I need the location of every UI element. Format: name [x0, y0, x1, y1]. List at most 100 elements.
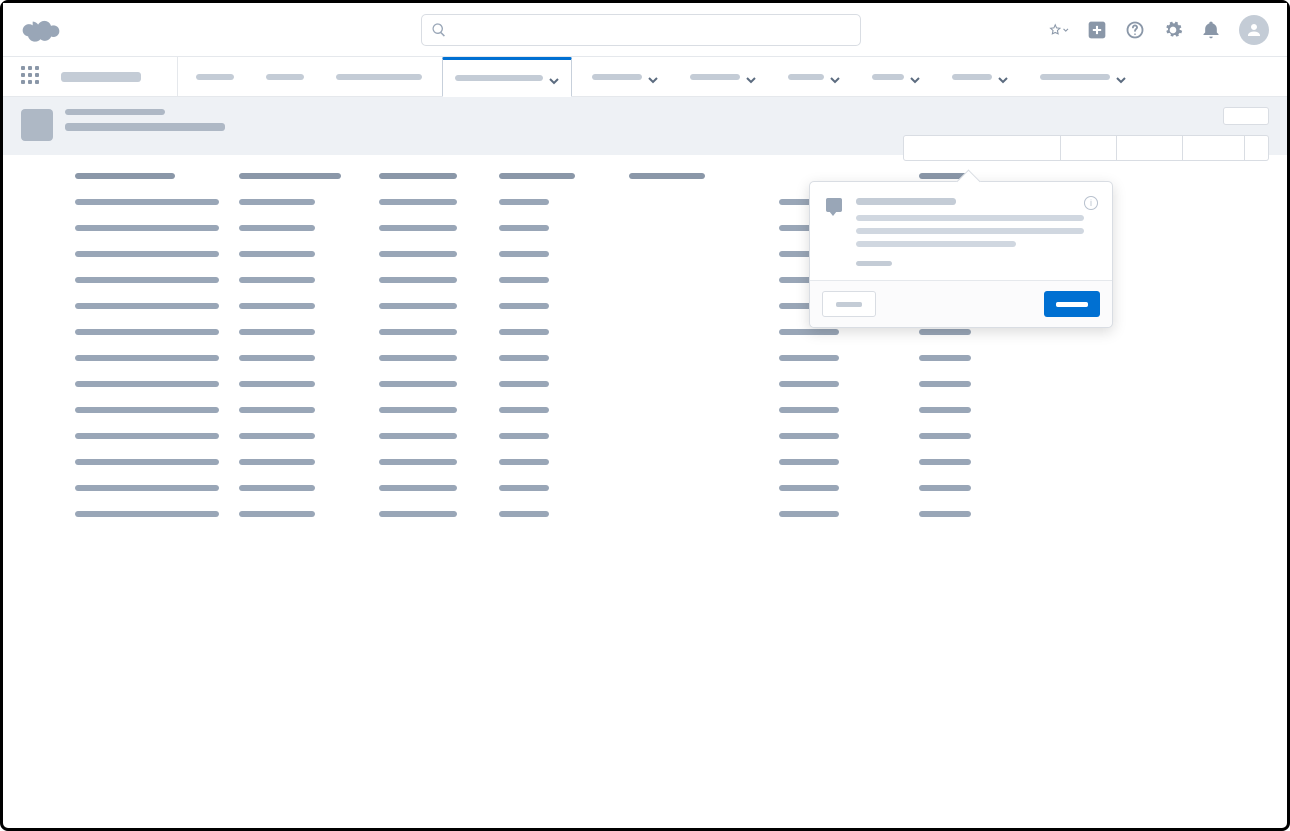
cell-value — [779, 329, 839, 335]
nav-tab-7[interactable] — [860, 57, 932, 96]
nav-tab-6[interactable] — [776, 57, 852, 96]
global-search — [421, 14, 861, 46]
info-icon[interactable]: i — [1084, 196, 1098, 210]
cell-value — [239, 355, 315, 361]
add-icon[interactable] — [1087, 20, 1107, 40]
cell-value — [379, 329, 457, 335]
cell-value — [499, 251, 549, 257]
cell-value — [779, 511, 839, 517]
popover-secondary-button[interactable] — [822, 291, 876, 317]
cell-value — [779, 459, 839, 465]
nav-tab-4[interactable] — [580, 57, 670, 96]
nav-tab-9[interactable] — [1028, 57, 1138, 96]
cell-value — [75, 225, 219, 231]
chevron-down-icon[interactable] — [549, 73, 559, 83]
table-row[interactable] — [3, 449, 1287, 475]
table-row[interactable] — [3, 501, 1287, 527]
cell-value — [239, 381, 315, 387]
cell-value — [379, 225, 457, 231]
search-icon — [431, 22, 447, 38]
app-name — [61, 72, 141, 82]
list-control-4[interactable] — [1183, 135, 1245, 161]
favorites-icon[interactable] — [1049, 20, 1069, 40]
table-row[interactable] — [3, 423, 1287, 449]
cell-value — [919, 381, 971, 387]
cell-value — [499, 433, 549, 439]
cell-value — [919, 459, 971, 465]
table-row[interactable] — [3, 345, 1287, 371]
cell-value — [239, 433, 315, 439]
cell-value — [499, 225, 549, 231]
cell-value — [499, 511, 549, 517]
search-input[interactable] — [421, 14, 861, 46]
col-header-2[interactable] — [379, 173, 457, 179]
cell-value — [779, 485, 839, 491]
list-control-3[interactable] — [1117, 135, 1183, 161]
page-title-block — [65, 109, 225, 131]
prompt-popover: i — [809, 181, 1113, 328]
table-row[interactable] — [3, 397, 1287, 423]
chevron-down-icon[interactable] — [830, 72, 840, 82]
global-header — [3, 3, 1287, 57]
cell-value — [239, 199, 315, 205]
app-launcher-icon[interactable] — [21, 66, 43, 88]
cell-value — [499, 485, 549, 491]
user-avatar[interactable] — [1239, 15, 1269, 45]
nav-tab-0[interactable] — [177, 57, 246, 96]
col-header-3[interactable] — [499, 173, 575, 179]
cell-value — [779, 381, 839, 387]
cell-value — [239, 407, 315, 413]
cell-value — [919, 511, 971, 517]
list-control-2[interactable] — [1061, 135, 1117, 161]
header-action-top[interactable] — [1223, 107, 1269, 125]
cell-value — [379, 511, 457, 517]
cell-value — [379, 433, 457, 439]
chat-prompt-icon — [826, 198, 842, 212]
cell-value — [919, 407, 971, 413]
nav-tab-5[interactable] — [678, 57, 768, 96]
popover-primary-button[interactable] — [1044, 291, 1100, 317]
cell-value — [75, 381, 219, 387]
table-row[interactable] — [3, 371, 1287, 397]
help-icon[interactable] — [1125, 20, 1145, 40]
popover-text-line — [856, 241, 1016, 247]
cell-value — [75, 485, 219, 491]
cell-value — [239, 303, 315, 309]
popover-text-line — [856, 215, 1084, 221]
list-control-1[interactable] — [903, 135, 1061, 161]
cell-value — [75, 303, 219, 309]
cell-value — [75, 433, 219, 439]
popover-title — [856, 198, 956, 205]
nav-tab-1[interactable] — [254, 57, 316, 96]
notifications-bell-icon[interactable] — [1201, 20, 1221, 40]
nav-tab-3[interactable] — [442, 57, 572, 97]
cell-value — [239, 511, 315, 517]
cell-value — [75, 511, 219, 517]
cell-value — [379, 355, 457, 361]
chevron-down-icon[interactable] — [746, 72, 756, 82]
table-row[interactable] — [3, 475, 1287, 501]
cell-value — [499, 459, 549, 465]
cell-value — [75, 251, 219, 257]
cell-value — [75, 407, 219, 413]
list-view-controls — [903, 135, 1269, 161]
cell-value — [75, 355, 219, 361]
setup-gear-icon[interactable] — [1163, 20, 1183, 40]
nav-tab-8[interactable] — [940, 57, 1020, 96]
chevron-down-icon[interactable] — [648, 72, 658, 82]
list-control-5[interactable] — [1245, 135, 1269, 161]
col-header-0[interactable] — [75, 173, 175, 179]
chevron-down-icon[interactable] — [1116, 72, 1126, 82]
cell-value — [499, 199, 549, 205]
popover-meta — [856, 261, 892, 266]
cell-value — [75, 459, 219, 465]
chevron-down-icon[interactable] — [998, 72, 1008, 82]
col-header-4[interactable] — [629, 173, 705, 179]
nav-tab-2[interactable] — [324, 57, 434, 96]
cell-value — [239, 329, 315, 335]
cell-value — [379, 381, 457, 387]
col-header-1[interactable] — [239, 173, 341, 179]
cell-value — [919, 355, 971, 361]
cell-value — [379, 251, 457, 257]
chevron-down-icon[interactable] — [910, 72, 920, 82]
